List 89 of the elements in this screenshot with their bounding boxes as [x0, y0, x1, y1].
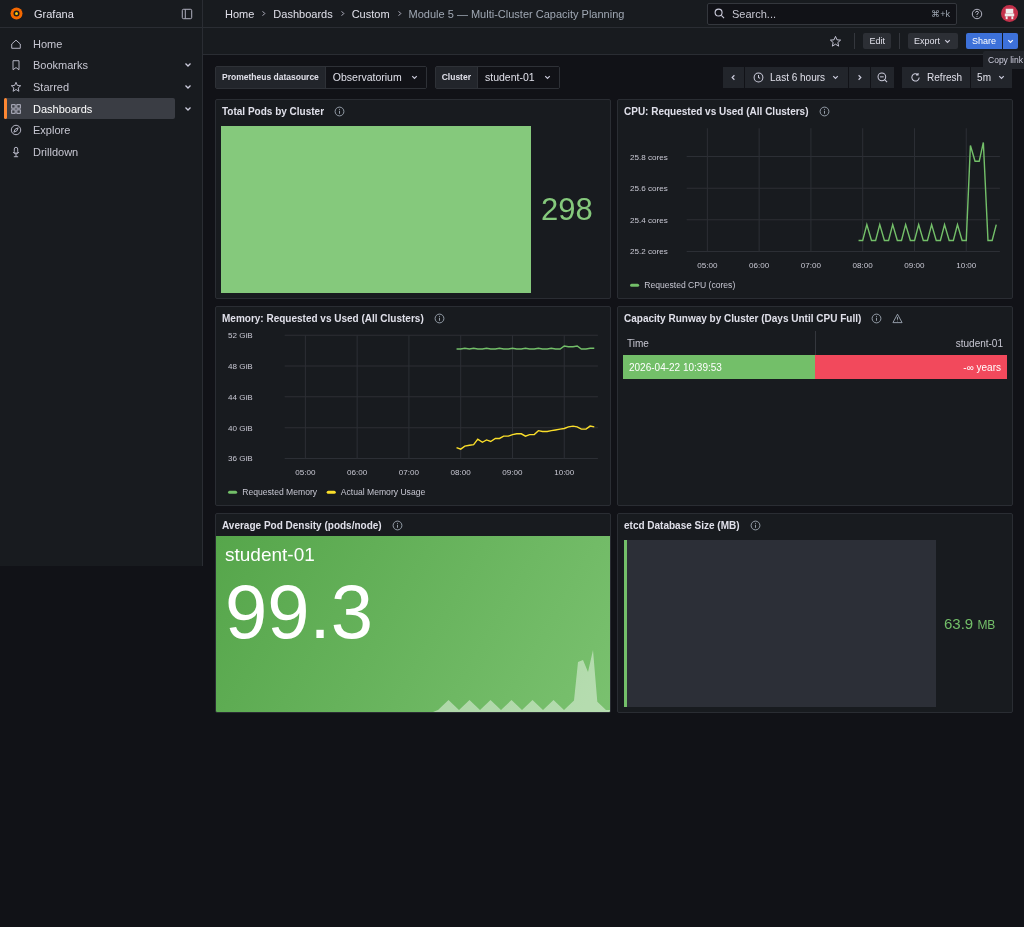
tooltip: Copy link	[983, 51, 1024, 69]
table-cell: 2026-04-22 10:39:53	[623, 355, 815, 379]
search-field[interactable]: Search...	[730, 6, 927, 21]
y-tick-label: 36 GiB	[228, 454, 253, 464]
info-icon[interactable]	[391, 519, 403, 531]
time-back-button[interactable]	[723, 66, 745, 88]
y-tick-label: 25.2 cores	[630, 247, 668, 257]
x-tick-label: 08:00	[852, 260, 873, 270]
stat-value: 99.3	[225, 574, 373, 650]
dock-menu-icon[interactable]	[181, 7, 193, 20]
y-tick-label: 52 GiB	[228, 331, 253, 341]
breadcrumb-link[interactable]: Custom	[351, 7, 390, 20]
zoom-out-icon	[877, 71, 889, 83]
shortcut-hint: ⌘+k	[931, 8, 950, 19]
variable-label: Prometheus datasource	[216, 66, 326, 88]
bookmark-icon	[10, 59, 22, 72]
panel-title: Memory: Requested vs Used (All Clusters)	[222, 312, 424, 324]
search-box[interactable]: Search... ⌘+k	[707, 2, 957, 25]
x-tick-label: 05:00	[697, 260, 718, 270]
microphone-icon	[10, 145, 22, 158]
brand-name: Grafana	[34, 7, 75, 20]
panel-title: Total Pods by Cluster	[222, 105, 325, 117]
nav-item[interactable]: Explore	[4, 119, 175, 141]
y-tick-label: 25.8 cores	[630, 152, 668, 162]
nav-item[interactable]: Starred	[4, 76, 175, 98]
legend-label[interactable]: Requested CPU (cores)	[644, 280, 736, 291]
x-tick-label: 10:00	[554, 467, 575, 477]
panel-title: CPU: Requested vs Used (All Clusters)	[624, 105, 809, 117]
x-tick-label: 05:00	[295, 467, 316, 477]
warning-icon[interactable]	[892, 312, 904, 324]
stat-value: 298	[541, 192, 593, 228]
variable-value[interactable]: student-01	[485, 71, 535, 83]
y-tick-label: 25.4 cores	[630, 215, 668, 225]
x-tick-label: 07:00	[398, 467, 420, 477]
x-tick-label: 06:00	[347, 467, 368, 477]
export-button[interactable]: Export	[907, 33, 958, 49]
clock-icon	[753, 71, 765, 83]
variable-label: Cluster	[435, 66, 478, 88]
panel-title: Average Pod Density (pods/node)	[222, 519, 382, 531]
help-icon[interactable]	[971, 7, 983, 20]
stat-label: student-01	[225, 544, 315, 566]
refresh-button[interactable]: Refresh	[902, 66, 971, 88]
star-icon	[10, 81, 22, 93]
avatar-icon[interactable]	[1001, 5, 1018, 22]
variable-value[interactable]: Observatorium	[332, 71, 402, 83]
breadcrumb-link[interactable]: Home	[225, 7, 255, 20]
refresh-icon	[910, 71, 922, 83]
search-icon	[714, 8, 725, 19]
stat-value: 63.9 MB	[944, 615, 996, 632]
panel-title: etcd Database Size (MB)	[624, 519, 740, 531]
x-tick-label: 09:00	[904, 260, 925, 270]
info-icon[interactable]	[749, 519, 761, 531]
y-tick-label: 48 GiB	[228, 362, 253, 371]
panel-title: Capacity Runway by Cluster (Days Until CPU Full)	[624, 312, 862, 324]
y-tick-label: 40 GiB	[228, 423, 253, 433]
x-tick-label: 06:00	[749, 260, 770, 270]
breadcrumb-link[interactable]: Dashboards	[273, 7, 333, 20]
nav-item[interactable]: Drilldown	[4, 140, 175, 163]
info-icon[interactable]	[818, 105, 830, 117]
chevron-right-icon	[855, 72, 865, 82]
info-icon[interactable]	[871, 312, 883, 324]
chevron-right-icon	[395, 10, 403, 17]
legend-label[interactable]: Actual Memory Usage	[340, 487, 426, 498]
info-icon[interactable]	[433, 312, 445, 324]
nav-item[interactable]: Home	[4, 33, 175, 55]
chevron-right-icon	[260, 10, 268, 17]
edit-button[interactable]: Edit	[863, 33, 891, 49]
nav-item[interactable]: Bookmarks	[4, 54, 175, 77]
grid-icon	[10, 102, 22, 115]
home-icon	[10, 37, 22, 50]
info-icon[interactable]	[334, 105, 346, 117]
time-range-picker[interactable]: Last 6 hours	[745, 66, 849, 88]
y-tick-label: 44 GiB	[228, 392, 253, 402]
compass-icon	[10, 124, 22, 137]
x-tick-label: 10:00	[956, 260, 977, 270]
star-icon[interactable]	[829, 34, 843, 48]
column-header[interactable]: Time	[623, 331, 815, 355]
table-cell: -∞ years	[815, 355, 1007, 379]
share-button[interactable]: Share	[965, 33, 1002, 49]
x-tick-label: 09:00	[502, 467, 523, 477]
x-tick-label: 07:00	[800, 260, 822, 270]
y-tick-label: 25.6 cores	[630, 184, 668, 194]
grafana-logo-icon	[9, 6, 24, 21]
share-menu-button[interactable]	[1003, 33, 1018, 49]
x-tick-label: 08:00	[450, 467, 471, 477]
legend-label[interactable]: Requested Memory	[242, 487, 318, 498]
breadcrumb-link[interactable]: Module 5 — Multi-Cluster Capacity Planning	[408, 7, 625, 20]
chevron-right-icon	[338, 10, 346, 17]
zoom-out-button[interactable]	[871, 66, 895, 88]
